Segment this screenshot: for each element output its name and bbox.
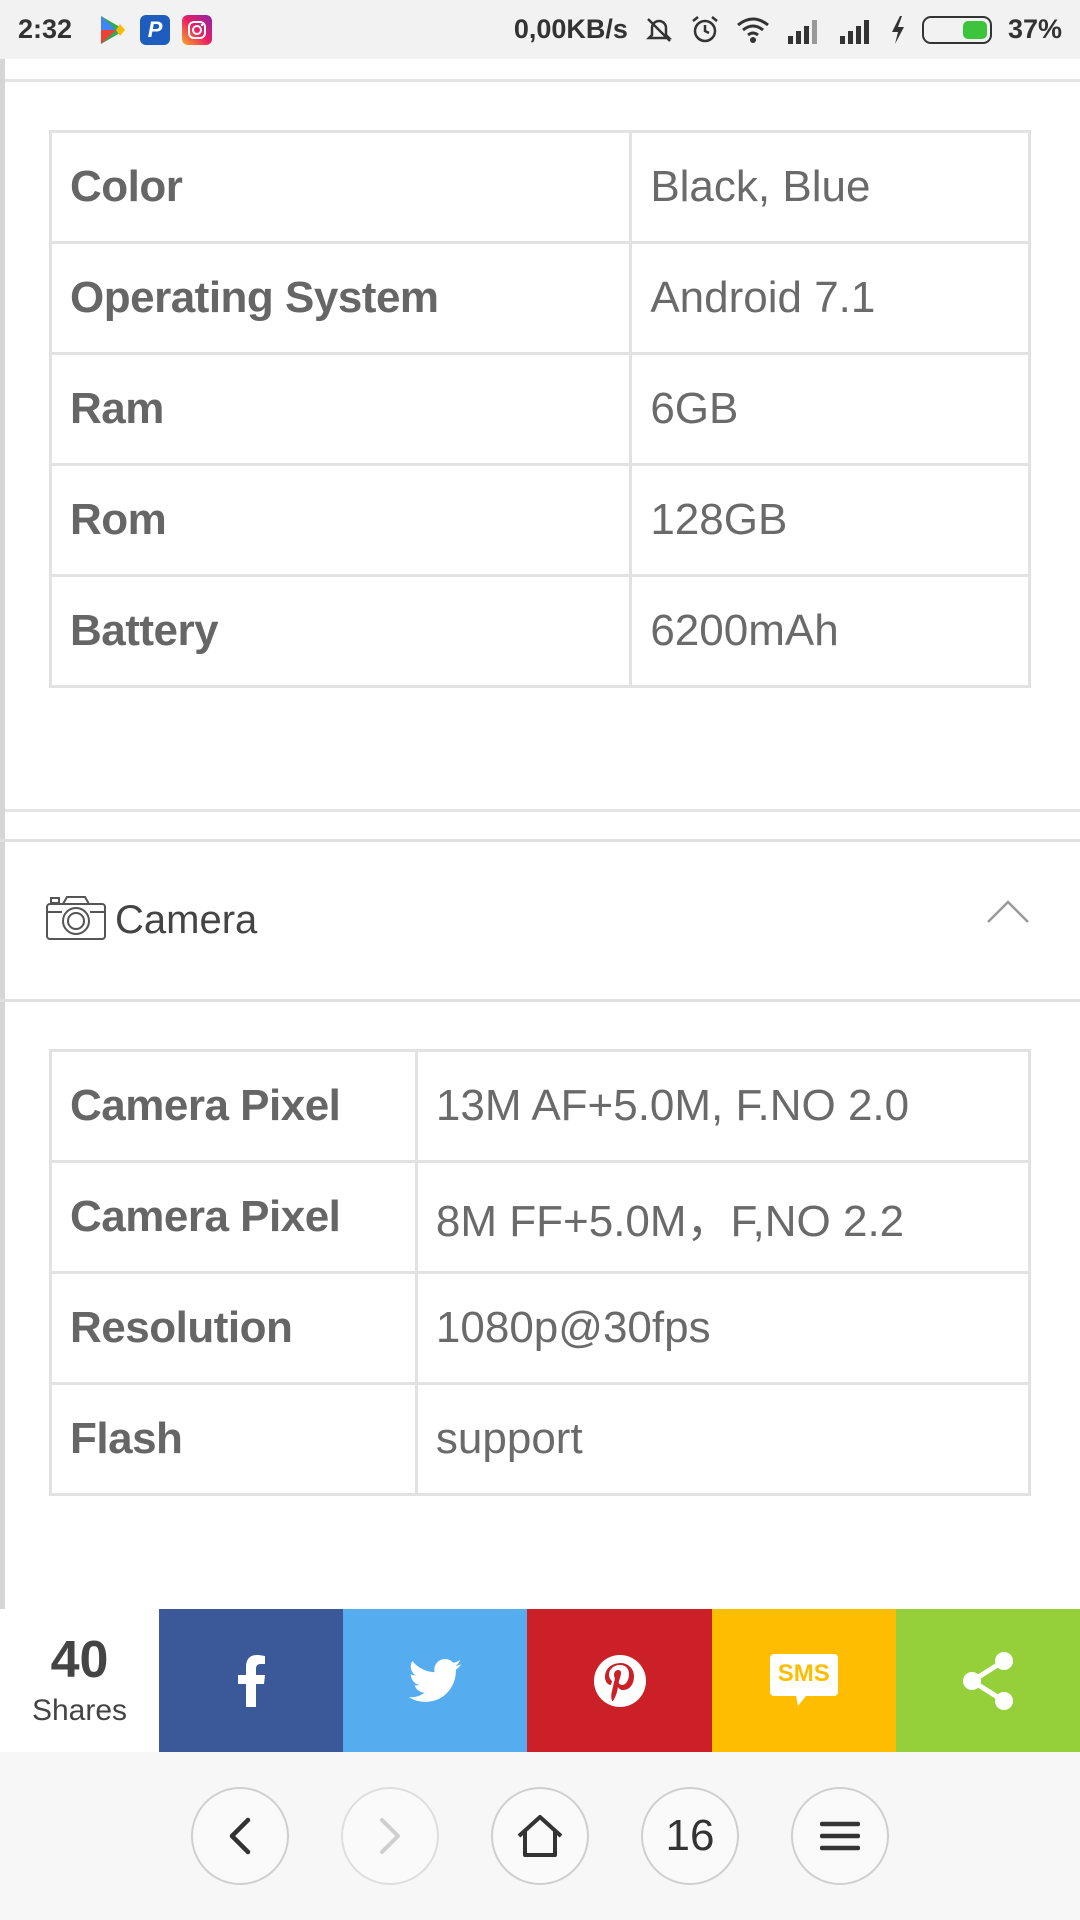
tabs-count: 16 [665,1811,715,1860]
spec-label: Flash [49,1382,418,1496]
browser-nav-bar: 16 [0,1752,1080,1920]
pinterest-icon [593,1654,646,1707]
charging-icon [890,15,906,44]
spec-value: 6GB [629,352,1031,466]
sms-label: SMS [777,1659,830,1687]
spec-label: Operating System [48,241,633,355]
section-divider-top [5,79,1080,82]
status-bar: 2:32 P 0,00KB/s 37% [0,0,1080,59]
table-row: Flash support [49,1382,1032,1496]
spec-label: Color [48,130,633,244]
wifi-icon [736,16,770,44]
share-count-number: 40 [50,1630,109,1689]
chevron-up-icon[interactable] [986,897,1030,930]
page-content: Color Black, Blue Operating System Android… [0,59,1080,1609]
spec-value: 13M AF+5.0M, F.NO 2.0 [414,1049,1032,1163]
alarm-icon [690,15,720,45]
table-row: Color Black, Blue [48,130,1031,244]
signal-2-icon [838,16,874,44]
battery-icon [921,15,992,44]
page-left-edge [0,59,5,1609]
play-store-icon [98,15,128,45]
general-spec-table: Color Black, Blue Operating System Android… [48,130,1031,688]
share-button[interactable] [895,1609,1080,1752]
table-row: Camera Pixel 8M FF+5.0M，F,NO 2.2 [49,1160,1032,1274]
table-row: Camera Pixel 13M AF+5.0M, F.NO 2.0 [49,1049,1032,1163]
twitter-share-button[interactable] [343,1609,528,1752]
forward-button[interactable] [341,1787,439,1885]
spec-value: 8M FF+5.0M，F,NO 2.2 [414,1160,1032,1274]
instagram-icon [182,14,213,45]
sms-icon: SMS [768,1652,840,1710]
spec-label: Camera Pixel [49,1160,418,1274]
menu-icon [820,1821,860,1851]
table-row: Operating System Android 7.1 [48,241,1031,355]
table-row: Ram 6GB [48,352,1031,466]
back-button[interactable] [191,1787,289,1885]
camera-section-title: Camera [115,898,258,942]
section-divider [5,809,1080,812]
facebook-share-button[interactable] [159,1609,344,1752]
status-time: 2:32 [18,14,73,44]
table-row: Resolution 1080p@30fps [49,1271,1032,1385]
net-speed: 0,00KB/s [513,14,628,44]
twitter-icon [408,1658,462,1702]
battery-level [962,20,987,39]
spec-label: Battery [48,574,633,688]
share-icon [962,1651,1013,1710]
forward-icon [380,1818,400,1854]
back-icon [229,1817,251,1855]
facebook-icon [238,1654,266,1707]
spec-label: Resolution [49,1271,418,1385]
share-bar: 40 Shares SMS [0,1609,1080,1752]
share-count-label: Shares [31,1693,128,1727]
pinterest-share-button[interactable] [527,1609,712,1752]
spec-value: Black, Blue [629,130,1031,244]
tabs-button[interactable]: 16 [641,1787,739,1885]
table-row: Battery 6200mAh [48,574,1031,688]
home-button[interactable] [491,1787,589,1885]
paypal-icon: P [140,14,171,45]
spec-value: 6200mAh [629,574,1031,688]
battery-percent: 37% [1007,14,1062,44]
spec-value: 128GB [629,463,1031,577]
sms-share-button[interactable]: SMS [711,1609,896,1752]
camera-spec-table: Camera Pixel 13M AF+5.0M, F.NO 2.0 Camera… [49,1049,1032,1496]
home-icon [517,1815,563,1857]
spec-value: 1080p@30fps [414,1271,1032,1385]
camera-icon [45,894,107,947]
share-count: 40 Shares [0,1609,159,1752]
spec-label: Rom [48,463,633,577]
spec-value: support [414,1382,1032,1496]
menu-button[interactable] [791,1787,889,1885]
spec-label: Camera Pixel [49,1049,418,1163]
table-row: Rom 128GB [48,463,1031,577]
camera-section-header[interactable]: Camera [0,839,1080,1002]
signal-1-icon [786,16,822,44]
spec-value: Android 7.1 [629,241,1031,355]
spec-label: Ram [48,352,633,466]
mute-icon [644,15,674,45]
